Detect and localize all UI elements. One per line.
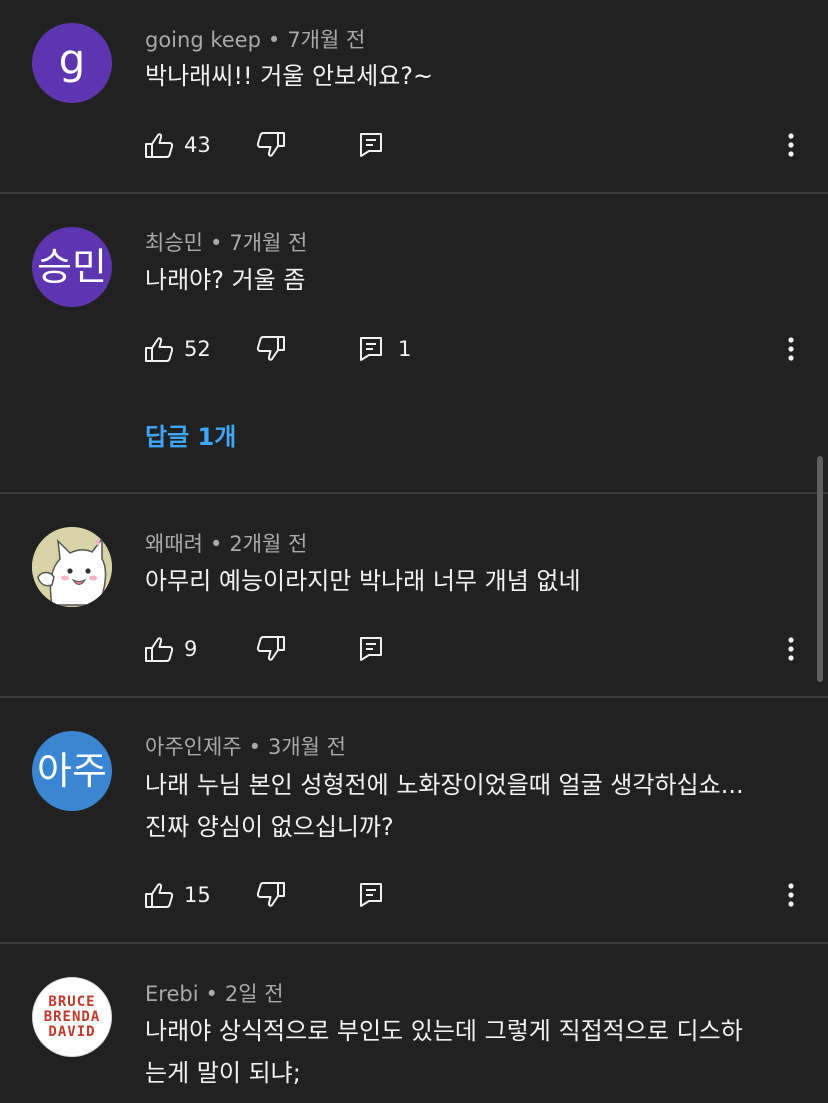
author-name[interactable]: 아주인제주 [145, 735, 242, 759]
like-count: 9 [184, 637, 198, 661]
comment-time[interactable]: 2개월 전 [229, 532, 307, 556]
comment-text-line: 는게 말이 되냐; [145, 1059, 301, 1087]
author-name[interactable]: Erebi [145, 982, 199, 1006]
cat-avatar [32, 527, 112, 607]
reply-button[interactable] [358, 629, 384, 669]
comment-actions: 43 [0, 125, 828, 165]
like-icon [145, 337, 174, 362]
comment-text: 아무리 예능이라지만 박나래 너무 개념 없네 [145, 567, 581, 595]
avatar-initial: 아주 [37, 749, 107, 793]
dislike-icon [256, 636, 285, 661]
more-vert-icon [788, 133, 794, 157]
more-options-button[interactable] [779, 329, 803, 369]
author-name[interactable]: 최승민 [145, 231, 203, 255]
reply-button[interactable] [358, 875, 384, 915]
dislike-button[interactable] [256, 125, 286, 165]
comment-divider [0, 942, 828, 944]
comment-divider [0, 492, 828, 494]
meta-separator: • [209, 532, 223, 556]
comment-meta: Erebi • 2일 전 [145, 978, 284, 1008]
avatar-logo-line: BRENDA [43, 1008, 101, 1025]
comment-meta: 왜때려 • 2개월 전 [145, 528, 307, 558]
comment-time[interactable]: 3개월 전 [268, 735, 346, 759]
dislike-button[interactable] [256, 629, 286, 669]
avatar[interactable]: 승민 [32, 227, 112, 307]
comment-actions: 9 [0, 629, 828, 669]
reply-icon [360, 637, 382, 661]
comment-text-line: 진짜 양심이 없으십니까? [145, 813, 394, 841]
avatar-initial: g [58, 35, 86, 84]
reply-button[interactable]: 1 [358, 329, 411, 369]
avatar[interactable]: g [32, 23, 112, 103]
meta-separator: • [205, 982, 218, 1006]
meta-separator: • [209, 231, 223, 255]
comment-text: 나래야? 거울 좀 [145, 266, 306, 294]
avatar[interactable]: BRUCE BRENDA DAVID [32, 977, 112, 1057]
dislike-icon [256, 882, 285, 907]
like-icon [145, 637, 174, 662]
more-vert-icon [788, 337, 794, 361]
comment-meta: 아주인제주 • 3개월 전 [145, 731, 346, 761]
like-count: 43 [184, 133, 211, 157]
comment-divider [0, 192, 828, 194]
comment-time[interactable]: 7개월 전 [287, 28, 365, 52]
reply-icon [360, 133, 382, 157]
dislike-button[interactable] [256, 329, 286, 369]
reply-button[interactable] [358, 125, 384, 165]
comment-meta: going keep • 7개월 전 [145, 24, 365, 54]
comment-meta: 최승민 • 7개월 전 [145, 227, 307, 257]
like-button[interactable]: 52 [144, 329, 211, 369]
comment-actions: 52 1 [0, 329, 828, 369]
like-count: 52 [184, 337, 211, 361]
like-icon [145, 883, 174, 908]
comment-text: 박나래씨!! 거울 안보세요?~ [145, 62, 434, 90]
more-vert-icon [788, 883, 794, 907]
avatar-logo-line: BRUCE [48, 993, 96, 1010]
meta-separator: • [248, 735, 261, 759]
reply-count: 1 [398, 337, 412, 361]
more-options-button[interactable] [779, 629, 803, 669]
comment-time[interactable]: 7개월 전 [229, 231, 307, 255]
comment-text-line: 나래야 상식적으로 부인도 있는데 그렇게 직접적으로 디스하 [145, 1017, 743, 1045]
comment-time[interactable]: 2일 전 [225, 982, 284, 1006]
like-button[interactable]: 43 [144, 125, 211, 165]
more-options-button[interactable] [779, 125, 803, 165]
view-replies-link[interactable]: 답글 1개 [145, 417, 236, 452]
like-icon [145, 133, 174, 158]
more-options-button[interactable] [779, 875, 803, 915]
like-count: 15 [184, 883, 211, 907]
dislike-button[interactable] [256, 875, 286, 915]
author-name[interactable]: going keep [145, 28, 261, 52]
reply-icon [360, 337, 382, 361]
comment-divider [0, 696, 828, 698]
avatar-initial: 승민 [37, 245, 107, 289]
avatar[interactable] [32, 527, 112, 607]
reply-icon [360, 883, 382, 907]
avatar-logo-line: DAVID [48, 1023, 96, 1040]
comment-actions: 15 [0, 875, 828, 915]
scrollbar[interactable] [817, 456, 823, 682]
author-name[interactable]: 왜때려 [145, 532, 203, 556]
comment-text: 나래야 상식적으로 부인도 있는데 그렇게 직접적으로 디스하 는게 말이 되냐… [145, 1010, 805, 1094]
comment-text-line: 나래 누님 본인 성형전에 노화장이었을때 얼굴 생각하십쇼... [145, 771, 744, 799]
dislike-icon [256, 132, 285, 157]
like-button[interactable]: 9 [144, 629, 197, 669]
dislike-icon [256, 336, 285, 361]
avatar[interactable]: 아주 [32, 731, 112, 811]
like-button[interactable]: 15 [144, 875, 211, 915]
meta-separator: • [267, 28, 281, 52]
comment-text: 나래 누님 본인 성형전에 노화장이었을때 얼굴 생각하십쇼... 진짜 양심이… [145, 764, 805, 848]
more-vert-icon [788, 637, 794, 661]
